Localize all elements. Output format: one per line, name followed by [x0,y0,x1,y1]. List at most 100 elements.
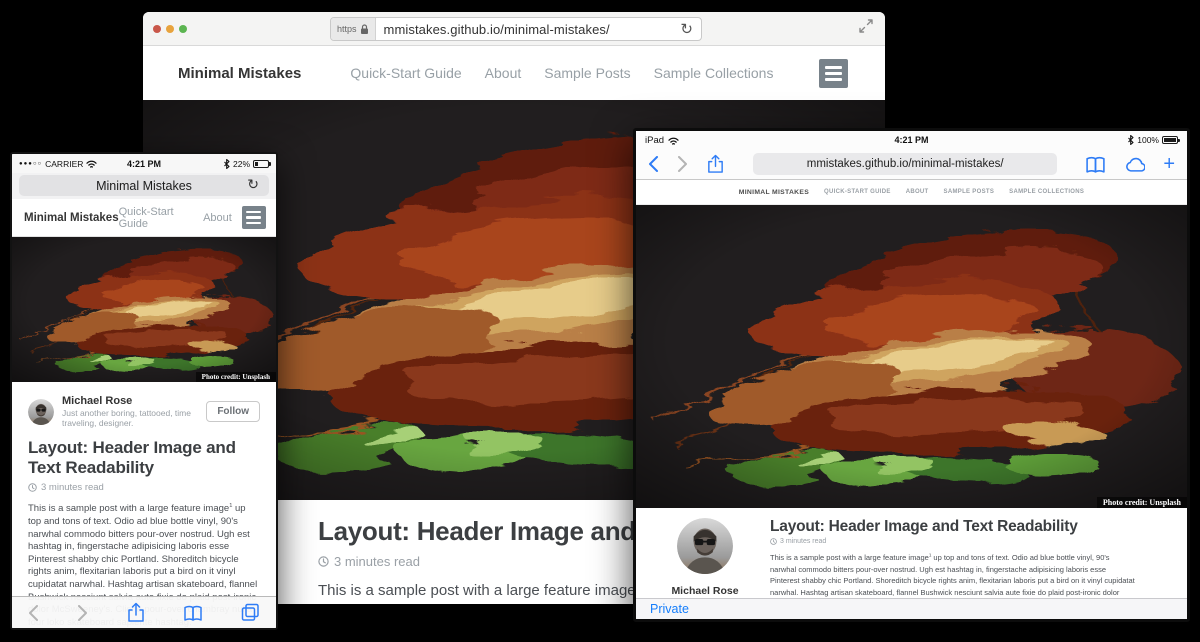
post-title: Layout: Header Image and Text Readabilit… [28,438,260,478]
forward-icon[interactable] [77,605,88,621]
paragraph-text: This is a sample post with a large featu… [28,503,229,514]
menu-toggle-button[interactable] [819,59,848,88]
lock-icon [360,24,369,35]
menu-toggle-button[interactable] [242,206,266,229]
author-row: Michael Rose Just another boring, tattoo… [28,395,260,428]
address-bar[interactable]: https mmistakes.github.io/minimal-mistak… [330,17,702,41]
nav-item-quick-start-guide[interactable]: Quick-Start Guide [119,206,204,230]
post-paragraph: This is a sample post with a large featu… [770,552,1137,598]
avatar [677,518,733,574]
site-title-link[interactable]: MINIMAL MISTAKES [739,189,809,196]
post-meta: 3 minutes read [770,538,1169,545]
clock-icon [318,556,329,567]
nav-item-quick-start-guide[interactable]: QUICK-START GUIDE [824,189,891,195]
wifi-icon [668,136,679,145]
iphone-device: ●●●○○ CARRIER 4:21 PM 22% Minimal Mistak… [10,152,278,630]
zoom-window-button[interactable] [179,25,187,33]
ipad-device: iPad 4:21 PM 100% mmistakes.github.io/mi… [633,128,1190,622]
site-title-link[interactable]: Minimal Mistakes [178,65,301,82]
reload-icon[interactable]: ↻ [672,22,701,37]
battery-icon [253,160,269,168]
window-controls [153,25,187,33]
leaves-photo [636,205,1187,508]
photo-credit: Photo credit: Unsplash [1097,497,1187,508]
paragraph-text: This is a sample post with a large featu… [318,582,636,599]
follow-button[interactable]: Follow [206,401,260,422]
nav-item-quick-start-guide[interactable]: Quick-Start Guide [350,65,461,81]
battery-icon [1162,136,1178,144]
ipad-post-content: Michael Rose Just another boring, tattoo… [636,508,1187,598]
avatar [28,399,54,425]
site-title-link[interactable]: Minimal Mistakes [24,212,119,224]
post-meta: 3 minutes read [28,482,260,493]
battery-percent: 22% [233,159,250,169]
iphone-address-field[interactable]: Minimal Mistakes ↻ [19,175,269,196]
bluetooth-icon [1127,135,1134,145]
reading-time: 3 minutes read [780,538,826,545]
nav-item-sample-posts[interactable]: SAMPLE POSTS [944,189,995,195]
nav-item-about[interactable]: About [203,212,232,224]
ipad-safari-toolbar: mmistakes.github.io/minimal-mistakes/ + [636,149,1187,180]
bluetooth-icon [223,159,230,169]
iphone-feature-image: Photo credit: Unsplash [12,237,276,382]
iphone-status-bar: ●●●○○ CARRIER 4:21 PM 22% [12,154,276,173]
bookmarks-icon[interactable] [1085,155,1106,174]
iphone-site-nav: Minimal Mistakes Quick-Start Guide About [12,199,276,237]
nav-item-sample-posts[interactable]: Sample Posts [544,65,630,81]
close-window-button[interactable] [153,25,161,33]
back-icon[interactable] [28,605,39,621]
composite-stage: https mmistakes.github.io/minimal-mistak… [0,0,1200,642]
nav-item-about[interactable]: ABOUT [906,189,929,195]
private-button[interactable]: Private [650,602,689,616]
ipad-feature-image: Photo credit: Unsplash [636,205,1187,508]
page-title-url: Minimal Mistakes [96,179,192,193]
fullscreen-icon[interactable] [859,19,873,33]
nav-item-sample-collections[interactable]: SAMPLE COLLECTIONS [1009,189,1084,195]
ipad-site-nav: MINIMAL MISTAKES QUICK-START GUIDE ABOUT… [636,180,1187,205]
reading-time: 3 minutes read [334,554,420,569]
share-icon[interactable] [706,154,725,174]
paragraph-text: This is a sample post with a large featu… [770,553,929,562]
reading-time: 3 minutes read [41,482,104,493]
nav-item-sample-collections[interactable]: Sample Collections [654,65,774,81]
url-text[interactable]: mmistakes.github.io/minimal-mistakes/ [376,22,673,37]
signal-strength-icon: ●●●○○ [19,161,42,167]
https-badge: https [331,18,376,40]
status-time: 4:21 PM [636,135,1187,145]
new-tab-icon[interactable]: + [1163,154,1175,174]
desktop-site-nav: Minimal Mistakes Quick-Start Guide About… [143,46,885,100]
iphone-url-bar: Minimal Mistakes ↻ [12,173,276,199]
nav-item-about[interactable]: About [485,65,522,81]
reload-icon[interactable]: ↻ [239,177,267,191]
author-name: Michael Rose [62,395,198,407]
minimize-window-button[interactable] [166,25,174,33]
ipad-address-field[interactable]: mmistakes.github.io/minimal-mistakes/ [753,153,1057,175]
author-photo [28,399,54,425]
desktop-titlebar: https mmistakes.github.io/minimal-mistak… [143,12,885,46]
leaves-photo [12,237,276,382]
post-title: Layout: Header Image and Text Readabilit… [770,518,1169,536]
url-text: mmistakes.github.io/minimal-mistakes/ [807,158,1004,170]
battery-percent: 100% [1137,135,1159,145]
wifi-icon [86,159,97,168]
share-icon[interactable] [126,602,146,623]
iphone-post-content: Michael Rose Just another boring, tattoo… [12,382,276,628]
photo-credit: Photo credit: Unsplash [196,372,276,382]
iphone-safari-toolbar [12,596,276,628]
ipad-status-bar: iPad 4:21 PM 100% [636,131,1187,149]
clock-icon [770,538,777,545]
icloud-tabs-icon[interactable] [1124,156,1145,173]
author-name: Michael Rose [650,585,760,597]
tabs-icon[interactable] [241,603,260,622]
author-bio: Just another boring, tattooed, time trav… [62,408,198,428]
private-browsing-bar: Private [636,598,1187,619]
https-label: https [337,24,357,34]
forward-icon[interactable] [677,156,688,172]
author-photo [677,518,733,574]
bookmarks-icon[interactable] [183,604,203,622]
clock-icon [28,483,37,492]
device-label: iPad [645,135,664,146]
back-icon[interactable] [648,156,659,172]
author-sidebar: Michael Rose Just another boring, tattoo… [650,518,760,598]
carrier-label: CARRIER [45,159,83,169]
